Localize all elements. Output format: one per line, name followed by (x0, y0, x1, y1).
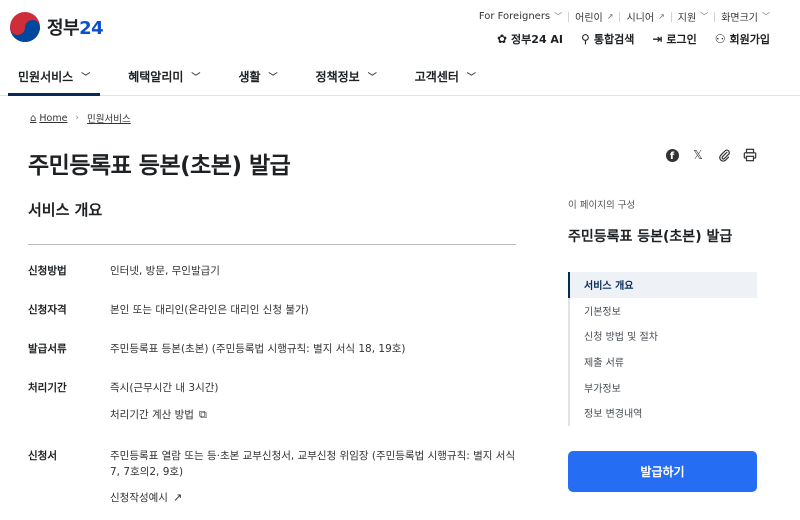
chevron-right-icon: › (75, 113, 80, 123)
paperclip-icon (718, 149, 730, 162)
home-icon: ⌂ (30, 112, 37, 124)
chevron-down-icon: ﹀ (700, 12, 709, 21)
chevron-down-icon: ﹀ (554, 12, 563, 21)
logo-text: 정부24 (47, 18, 104, 39)
utility-senior[interactable]: 시니어 ↗ (620, 9, 670, 24)
row-key: 신청방법 (28, 265, 67, 277)
utility-screen-size[interactable]: 화면크기 ﹀ (715, 9, 776, 24)
toc-item[interactable]: 정보 변경내역 (570, 400, 757, 426)
toc-title: 주민등록표 등본(초본) 발급 (568, 229, 733, 245)
chevron-down-icon: ﹀ (762, 12, 770, 21)
external-link-icon: ↗ (658, 12, 665, 21)
row-value: 주민등록표 등본(초본) (주민등록법 시행규칙: 별지 서식 18, 19호) (110, 343, 406, 355)
print-icon (743, 148, 757, 162)
toc-hint: 이 페이지의 구성 (568, 200, 636, 211)
row-key: 발급서류 (28, 343, 67, 355)
overview-row: 신청서 주민등록표 열람 또는 등·초본 교부신청서, 교부신청 위임장 (주민… (28, 448, 518, 506)
taegeuk-logo-icon (10, 12, 40, 42)
login-icon: ⇥ (652, 32, 663, 46)
chevron-down-icon: ﹀ (191, 72, 201, 83)
logo[interactable]: 정부24 (10, 12, 104, 42)
signup-button[interactable]: ⚇ 회원가입 (715, 31, 770, 47)
copy-icon: ⧉ (198, 408, 207, 421)
search-icon: ⚲ (581, 32, 590, 46)
divider (28, 244, 516, 245)
login-button[interactable]: ⇥ 로그인 (652, 31, 696, 47)
row-value: 즉시(근무시간 내 3시간) (110, 382, 219, 394)
print-button[interactable] (742, 147, 758, 163)
external-link-icon: ↗ (172, 491, 183, 504)
toc-item[interactable]: 신청 방법 및 절차 (570, 323, 757, 349)
chevron-down-icon: ﹀ (268, 72, 278, 83)
toc-item[interactable]: 기본정보 (570, 298, 757, 324)
chevron-down-icon: ﹀ (466, 72, 476, 83)
utility-foreigners[interactable]: For Foreigners ﹀ (473, 11, 568, 22)
toc-item[interactable]: 부가정보 (570, 374, 757, 400)
nav-item-life[interactable]: 생활 ﹀ (228, 57, 287, 95)
nav-item-benefits[interactable]: 혜택알리미 ﹀ (118, 57, 210, 95)
breadcrumb-current[interactable]: 민원서비스 (87, 111, 131, 125)
row-key: 신청서 (28, 450, 57, 462)
x-share-button[interactable]: 𝕏 (690, 147, 706, 163)
row-value: 본인 또는 대리인(온라인은 대리인 신청 불가) (110, 304, 309, 316)
overview-row: 발급서류 주민등록표 등본(초본) (주민등록법 시행규칙: 별지 서식 18,… (28, 341, 518, 380)
x-icon: 𝕏 (693, 148, 703, 162)
link-copy-button[interactable] (716, 147, 732, 163)
utility-children[interactable]: 어린이 ↗ (569, 9, 619, 24)
overview-row: 처리기간 즉시(근무시간 내 3시간) 처리기간 계산 방법 ⧉ (28, 380, 518, 448)
section-title: 서비스 개요 (28, 201, 103, 219)
ai-icon: ✿ (496, 32, 508, 46)
nav-item-customer-center[interactable]: 고객센터 ﹀ (405, 57, 486, 95)
share-tools: f 𝕏 (654, 147, 758, 163)
application-example-link[interactable]: 신청작성예시 ↗ (110, 490, 518, 506)
facebook-share-button[interactable]: f (664, 147, 680, 163)
facebook-icon: f (665, 148, 679, 162)
issue-button[interactable]: 발급하기 (568, 451, 757, 492)
toc-item[interactable]: 제출 서류 (570, 349, 757, 375)
breadcrumb-home[interactable]: ⌂ Home (30, 113, 67, 124)
row-value: 인터넷, 방문, 무인발급기 (110, 265, 220, 277)
main-nav: 민원서비스 ﹀ 혜택알리미 ﹀ 생활 ﹀ 정책정보 ﹀ 고객센터 ﹀ (0, 58, 800, 96)
nav-item-civil-service[interactable]: 민원서비스 ﹀ (8, 57, 101, 96)
utility-menu: For Foreigners ﹀ 어린이 ↗ 시니어 ↗ 지원 ﹀ 화면크기 ﹀ (473, 9, 776, 24)
row-value: 주민등록표 열람 또는 등·초본 교부신청서, 교부신청 위임장 (주민등록법 … (110, 450, 516, 478)
toc-item[interactable]: 서비스 개요 (568, 272, 757, 298)
external-link-icon: ↗ (606, 12, 614, 21)
overview-row: 신청방법 인터넷, 방문, 무인발급기 (28, 263, 518, 302)
page-title: 주민등록표 등본(초본) 발급 (28, 153, 291, 179)
nav-item-policy[interactable]: 정책정보 ﹀ (306, 57, 387, 95)
row-key: 신청자격 (28, 304, 67, 316)
toc-list: 서비스 개요 기본정보 신청 방법 및 절차 제출 서류 부가정보 정보 변경내… (568, 272, 757, 426)
ai-button[interactable]: ✿ 정부24 AI (497, 31, 563, 47)
user-plus-icon: ⚇ (714, 32, 726, 46)
processing-time-calc-link[interactable]: 처리기간 계산 방법 ⧉ (110, 407, 518, 423)
search-button[interactable]: ⚲ 통합검색 (581, 31, 634, 47)
overview-row: 신청자격 본인 또는 대리인(온라인은 대리인 신청 불가) (28, 302, 518, 341)
utility-support[interactable]: 지원 ﹀ (672, 9, 714, 24)
overview-table: 신청방법 인터넷, 방문, 무인발급기 신청자격 본인 또는 대리인(온라인은 … (28, 263, 518, 506)
breadcrumb: ⌂ Home › 민원서비스 (30, 111, 131, 126)
chevron-down-icon: ﹀ (367, 72, 377, 83)
quick-menu: ✿ 정부24 AI ⚲ 통합검색 ⇥ 로그인 ⚇ 회원가입 (479, 31, 770, 47)
chevron-down-icon: ﹀ (81, 72, 91, 83)
row-key: 처리기간 (28, 382, 67, 394)
